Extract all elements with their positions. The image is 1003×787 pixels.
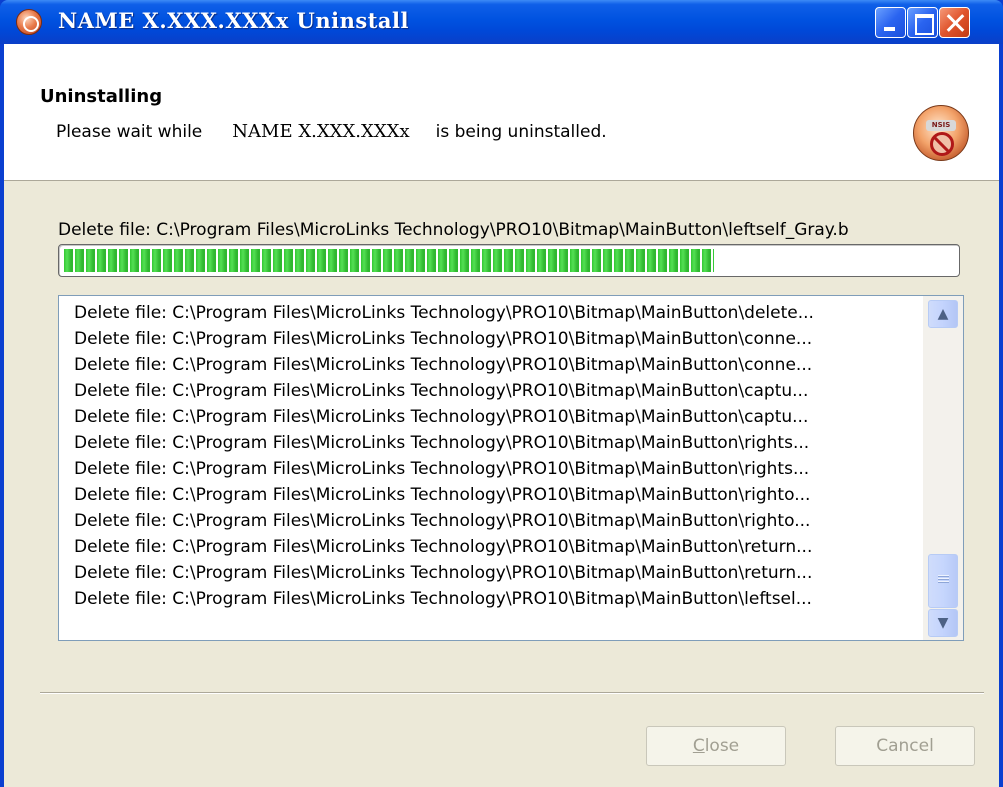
current-action-text: Delete file: C:\Program Files\MicroLinks… bbox=[58, 220, 849, 240]
uninstall-app-icon[interactable] bbox=[16, 9, 42, 35]
list-item[interactable]: Delete file: C:\Program Files\MicroLinks… bbox=[59, 430, 921, 456]
dialog-header: Uninstalling Please wait while NAME X.XXX… bbox=[4, 44, 999, 181]
subtitle-prefix: Please wait while bbox=[56, 122, 203, 142]
prohibited-icon bbox=[930, 132, 954, 156]
product-name: NAME X.XXX.XXXx bbox=[232, 121, 410, 142]
subtitle-suffix: is being uninstalled. bbox=[435, 122, 607, 142]
vertical-scrollbar[interactable]: ▲ ▼ bbox=[923, 296, 963, 640]
scrollbar-thumb[interactable] bbox=[928, 554, 958, 608]
footer-separator bbox=[40, 692, 984, 694]
scroll-up-button[interactable]: ▲ bbox=[928, 300, 958, 328]
close-icon[interactable] bbox=[939, 7, 970, 38]
window-frame-right bbox=[999, 44, 1003, 787]
page-title: Uninstalling bbox=[40, 86, 163, 107]
list-item[interactable]: Delete file: C:\Program Files\MicroLinks… bbox=[59, 300, 921, 326]
uninstall-logo-icon: NSIS bbox=[913, 105, 969, 161]
minimize-icon[interactable] bbox=[875, 7, 906, 38]
list-item[interactable]: Delete file: C:\Program Files\MicroLinks… bbox=[59, 404, 921, 430]
details-log-list[interactable]: Delete file: C:\Program Files\MicroLinks… bbox=[58, 295, 964, 641]
log-items: Delete file: C:\Program Files\MicroLinks… bbox=[59, 296, 921, 640]
chevron-down-icon: ▼ bbox=[937, 615, 949, 631]
dialog-body: Uninstalling Please wait while NAME X.XXX… bbox=[4, 44, 999, 787]
close-button-accesskey: C bbox=[692, 736, 705, 756]
list-item[interactable]: Delete file: C:\Program Files\MicroLinks… bbox=[59, 352, 921, 378]
list-item[interactable]: Delete file: C:\Program Files\MicroLinks… bbox=[59, 586, 921, 612]
progress-bar-fill bbox=[64, 249, 714, 272]
close-button[interactable]: Close bbox=[646, 726, 786, 766]
list-item[interactable]: Delete file: C:\Program Files\MicroLinks… bbox=[59, 326, 921, 352]
progress-bar bbox=[58, 244, 960, 277]
nsis-badge: NSIS bbox=[926, 120, 956, 131]
title-bar[interactable]: NAME X.XXX.XXXx Uninstall bbox=[0, 0, 1003, 44]
window-title: NAME X.XXX.XXXx Uninstall bbox=[58, 8, 409, 33]
list-item[interactable]: Delete file: C:\Program Files\MicroLinks… bbox=[59, 456, 921, 482]
page-subtitle: Please wait while NAME X.XXX.XXXx is being… bbox=[56, 121, 607, 142]
list-item[interactable]: Delete file: C:\Program Files\MicroLinks… bbox=[59, 534, 921, 560]
maximize-icon[interactable] bbox=[907, 7, 938, 38]
cancel-button[interactable]: Cancel bbox=[835, 726, 975, 766]
scroll-down-button[interactable]: ▼ bbox=[928, 609, 958, 637]
close-button-label: lose bbox=[704, 736, 740, 756]
list-item[interactable]: Delete file: C:\Program Files\MicroLinks… bbox=[59, 378, 921, 404]
chevron-up-icon: ▲ bbox=[937, 306, 949, 322]
uninstall-window: NAME X.XXX.XXXx Uninstall Uninstalling P… bbox=[0, 0, 1003, 787]
list-item[interactable]: Delete file: C:\Program Files\MicroLinks… bbox=[59, 508, 921, 534]
list-item[interactable]: Delete file: C:\Program Files\MicroLinks… bbox=[59, 560, 921, 586]
list-item[interactable]: Delete file: C:\Program Files\MicroLinks… bbox=[59, 482, 921, 508]
